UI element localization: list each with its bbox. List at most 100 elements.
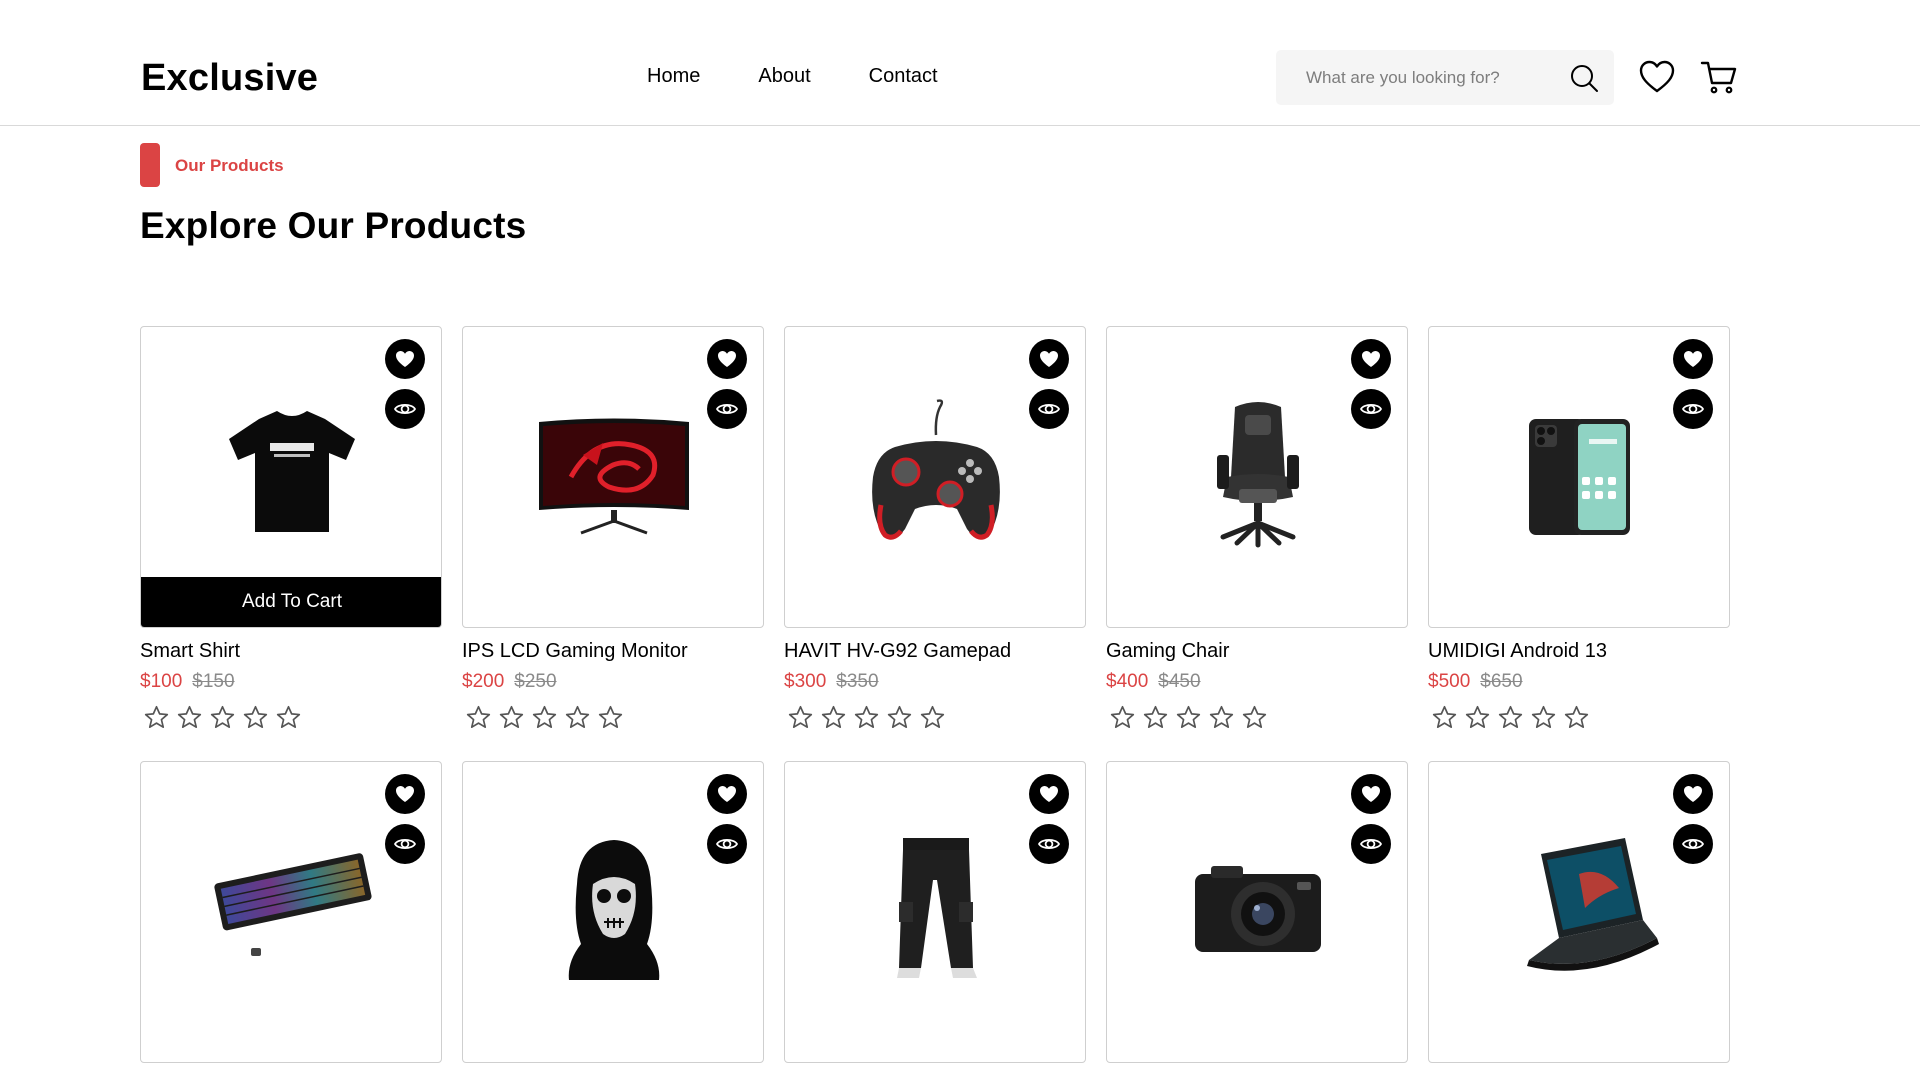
product-card-image-area[interactable] — [1106, 326, 1408, 628]
quick-view-button[interactable] — [707, 389, 747, 429]
product-price: $100 — [140, 671, 183, 692]
rating-stars — [1109, 704, 1268, 731]
nav-link-contact[interactable]: Contact — [869, 65, 938, 88]
star-outline-icon[interactable] — [1208, 704, 1235, 731]
favorite-button[interactable] — [385, 339, 425, 379]
product-card-image-area[interactable] — [462, 326, 764, 628]
product-card-image-area[interactable]: Add To Cart — [140, 326, 442, 628]
star-outline-icon[interactable] — [1497, 704, 1524, 731]
star-outline-icon[interactable] — [886, 704, 913, 731]
star-outline-icon[interactable] — [498, 704, 525, 731]
product-price: $500 — [1428, 671, 1471, 692]
product-old-price: $250 — [514, 671, 557, 692]
star-outline-icon[interactable] — [564, 704, 591, 731]
star-outline-icon[interactable] — [820, 704, 847, 731]
star-outline-icon[interactable] — [1241, 704, 1268, 731]
heart-icon — [718, 351, 736, 367]
search-box — [1276, 50, 1614, 105]
heart-icon — [1362, 351, 1380, 367]
product-old-price: $450 — [1158, 671, 1201, 692]
heart-icon — [1684, 786, 1702, 802]
star-outline-icon[interactable] — [275, 704, 302, 731]
nav-link-home[interactable]: Home — [647, 65, 700, 88]
rating-stars — [787, 704, 946, 731]
product-card-image-area[interactable] — [1428, 326, 1730, 628]
product-card-image-area[interactable] — [1428, 761, 1730, 1063]
section-title: Explore Our Products — [140, 205, 527, 246]
product-name[interactable]: Gaming Chair — [1106, 640, 1229, 663]
rating-stars — [1431, 704, 1590, 731]
eye-icon — [393, 838, 417, 850]
product-card-image-area[interactable] — [1106, 761, 1408, 1063]
add-to-cart-button[interactable]: Add To Cart — [141, 577, 441, 627]
product-name[interactable]: IPS LCD Gaming Monitor — [462, 640, 688, 663]
product-price: $300 — [784, 671, 827, 692]
heart-icon — [1684, 351, 1702, 367]
favorite-button[interactable] — [1351, 339, 1391, 379]
eye-icon — [1681, 838, 1705, 850]
star-outline-icon[interactable] — [176, 704, 203, 731]
star-outline-icon[interactable] — [1563, 704, 1590, 731]
eye-icon — [1359, 838, 1383, 850]
favorite-button[interactable] — [1351, 774, 1391, 814]
heart-icon — [718, 786, 736, 802]
product-old-price: $150 — [192, 671, 235, 692]
product-card-image-area[interactable] — [462, 761, 764, 1063]
nav-link-about[interactable]: About — [758, 65, 810, 88]
product-prices: $200 $250 — [462, 671, 557, 693]
product-card-image-area[interactable] — [140, 761, 442, 1063]
quick-view-button[interactable] — [1673, 389, 1713, 429]
star-outline-icon[interactable] — [143, 704, 170, 731]
product-name[interactable]: Smart Shirt — [140, 640, 240, 663]
star-outline-icon[interactable] — [853, 704, 880, 731]
quick-view-button[interactable] — [1673, 824, 1713, 864]
star-outline-icon[interactable] — [1175, 704, 1202, 731]
product-name[interactable]: UMIDIGI Android 13 — [1428, 640, 1607, 663]
favorite-button[interactable] — [385, 774, 425, 814]
search-input[interactable] — [1306, 64, 1556, 92]
quick-view-button[interactable] — [1351, 389, 1391, 429]
star-outline-icon[interactable] — [1530, 704, 1557, 731]
rating-stars — [465, 704, 624, 731]
star-outline-icon[interactable] — [597, 704, 624, 731]
quick-view-button[interactable] — [385, 389, 425, 429]
product-card-image-area[interactable] — [784, 326, 1086, 628]
heart-icon[interactable] — [1638, 58, 1676, 96]
star-outline-icon[interactable] — [787, 704, 814, 731]
product-card-image-area[interactable] — [784, 761, 1086, 1063]
star-outline-icon[interactable] — [242, 704, 269, 731]
main-nav: Home About Contact — [647, 65, 996, 88]
star-outline-icon[interactable] — [1142, 704, 1169, 731]
eye-icon — [715, 403, 739, 415]
quick-view-button[interactable] — [1351, 824, 1391, 864]
star-outline-icon[interactable] — [919, 704, 946, 731]
product-price: $200 — [462, 671, 505, 692]
product-name[interactable]: HAVIT HV-G92 Gamepad — [784, 640, 1011, 663]
favorite-button[interactable] — [1029, 339, 1069, 379]
product-prices: $100 $150 — [140, 671, 235, 693]
heart-icon — [396, 786, 414, 802]
quick-view-button[interactable] — [385, 824, 425, 864]
star-outline-icon[interactable] — [209, 704, 236, 731]
eye-icon — [1681, 403, 1705, 415]
cart-icon[interactable] — [1700, 58, 1738, 96]
quick-view-button[interactable] — [1029, 389, 1069, 429]
star-outline-icon[interactable] — [1464, 704, 1491, 731]
star-outline-icon[interactable] — [465, 704, 492, 731]
favorite-button[interactable] — [1673, 339, 1713, 379]
search-icon[interactable] — [1569, 63, 1599, 93]
heart-icon — [396, 351, 414, 367]
star-outline-icon[interactable] — [1431, 704, 1458, 731]
star-outline-icon[interactable] — [1109, 704, 1136, 731]
product-old-price: $350 — [836, 671, 879, 692]
logo[interactable]: Exclusive — [141, 57, 318, 100]
star-outline-icon[interactable] — [531, 704, 558, 731]
favorite-button[interactable] — [1673, 774, 1713, 814]
section-tag: Our Products — [175, 156, 284, 175]
quick-view-button[interactable] — [1029, 824, 1069, 864]
favorite-button[interactable] — [707, 339, 747, 379]
favorite-button[interactable] — [1029, 774, 1069, 814]
rating-stars — [143, 704, 302, 731]
favorite-button[interactable] — [707, 774, 747, 814]
quick-view-button[interactable] — [707, 824, 747, 864]
